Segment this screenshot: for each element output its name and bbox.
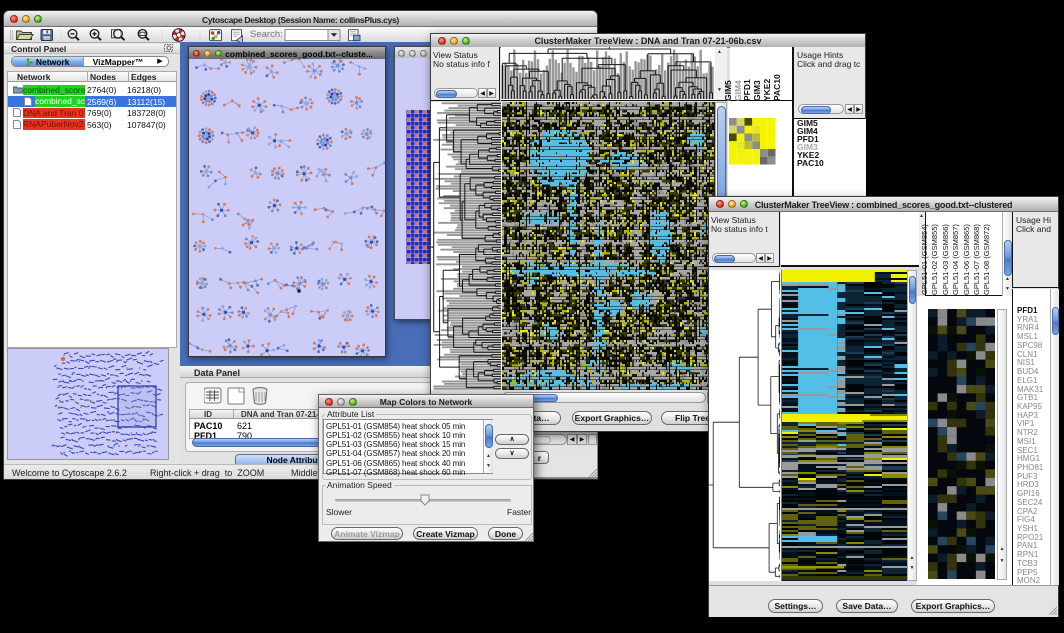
svg-text:Search:: Search:	[250, 29, 283, 40]
